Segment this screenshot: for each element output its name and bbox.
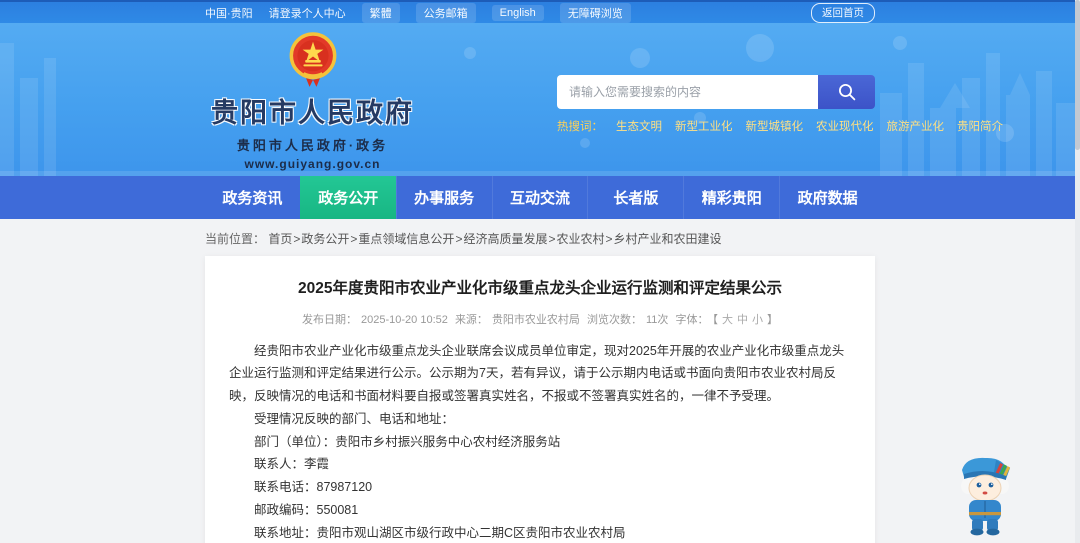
hot-search-link-guiyang-intro[interactable]: 贵阳简介	[957, 118, 1003, 134]
article-paragraph: 经贵阳市农业产业化市级重点龙头企业联席会议成员单位审定，现对2025年开展的农业…	[229, 343, 845, 404]
top-utility-bar: 中国·贵阳 请登录个人中心 繁體 公务邮箱 English 无障碍浏览 返回首页	[0, 0, 1080, 23]
article-card: 2025年度贵阳市农业产业化市级重点龙头企业运行监测和评定结果公示 发布日期： 2…	[205, 256, 875, 543]
hot-search-link-industrialization[interactable]: 新型工业化	[675, 118, 733, 134]
hot-search-link-ecology[interactable]: 生态文明	[616, 118, 662, 134]
source-label: 来源：	[454, 313, 488, 326]
topbar-link-official-mail[interactable]: 公务邮箱	[415, 2, 476, 23]
nav-item-wonderful-guiyang[interactable]: 精彩贵阳	[683, 176, 779, 219]
breadcrumb-item-economy[interactable]: 经济高质量发展	[463, 232, 547, 246]
search-area: 热搜词： 生态文明 新型工业化 新型城镇化 农业现代化 旅游产业化 贵阳简介	[557, 75, 1003, 134]
national-emblem-icon	[289, 31, 336, 87]
topbar-link-login-personal-center[interactable]: 请登录个人中心	[269, 5, 346, 21]
views-count: 11次	[646, 313, 669, 326]
publish-date: 2025-10-20 10:52	[361, 313, 448, 326]
nav-item-news[interactable]: 政务资讯	[205, 176, 300, 219]
nav-item-senior-version[interactable]: 长者版	[587, 176, 683, 219]
article-paragraph: 受理情况反映的部门、电话和地址：	[254, 411, 455, 426]
topbar-link-english[interactable]: English	[491, 4, 544, 21]
font-size-medium-button[interactable]: 中	[737, 314, 748, 326]
topbar-link-traditional-chinese[interactable]: 繁體	[361, 2, 400, 23]
breadcrumb-item-key-areas[interactable]: 重点领域信息公开	[358, 232, 454, 246]
breadcrumb-separator: >	[548, 232, 556, 246]
hot-search-link-agriculture[interactable]: 农业现代化	[816, 118, 874, 134]
article-paragraph-department: 部门（单位）：贵阳市乡村振兴服务中心农村经济服务站	[254, 434, 561, 449]
scrollbar-thumb[interactable]	[1075, 0, 1080, 150]
topbar-link-china-guiyang[interactable]: 中国·贵阳	[205, 5, 253, 21]
site-title: 贵阳市人民政府	[211, 97, 414, 128]
topbar-link-accessibility[interactable]: 无障碍浏览	[559, 2, 631, 23]
breadcrumb-item-rural-industry[interactable]: 乡村产业和农田建设	[614, 232, 722, 246]
font-size-small-button[interactable]: 小	[752, 314, 763, 326]
breadcrumb-item-agriculture[interactable]: 农业农村	[556, 232, 604, 246]
search-icon	[838, 84, 855, 101]
nav-item-gov-data[interactable]: 政府数据	[779, 176, 875, 219]
main-navigation: 政务资讯 政务公开 办事服务 互动交流 长者版 精彩贵阳 政府数据	[0, 176, 1080, 219]
article-body: 经贵阳市农业产业化市级重点龙头企业联席会议成员单位审定，现对2025年开展的农业…	[229, 340, 851, 543]
views-label: 浏览次数：	[587, 313, 642, 326]
article-paragraph-address: 联系地址：贵阳市观山湖区市级行政中心二期C区贵阳市农业农村局	[254, 525, 626, 540]
hot-search-link-tourism[interactable]: 旅游产业化	[887, 118, 945, 134]
return-home-button[interactable]: 返回首页	[811, 2, 875, 23]
nav-item-gov-disclosure[interactable]: 政务公开	[299, 176, 396, 219]
article-title: 2025年度贵阳市农业产业化市级重点龙头企业运行监测和评定结果公示	[298, 280, 782, 297]
font-size-bracket: 【	[712, 313, 718, 326]
article-paragraph-postcode: 邮政编码：550081	[254, 502, 359, 517]
guiyang-mascot-icon	[961, 457, 1011, 536]
search-button[interactable]	[818, 75, 875, 109]
breadcrumb: 当前位置： 首页>政务公开>重点领域信息公开>经济高质量发展>农业农村>乡村产业…	[205, 219, 875, 256]
site-header: 贵阳市人民政府 贵阳市人民政府·政务 www.guiyang.gov.cn 热搜…	[0, 23, 1080, 176]
mascot-assistant[interactable]	[956, 452, 1016, 536]
breadcrumb-separator: >	[605, 232, 613, 246]
breadcrumb-separator: >	[293, 232, 301, 246]
article-paragraph-contact-person: 联系人：李霞	[254, 457, 330, 472]
source: 贵阳市农业农村局	[491, 313, 580, 326]
breadcrumb-separator: >	[350, 232, 358, 246]
hot-search-row: 热搜词： 生态文明 新型工业化 新型城镇化 农业现代化 旅游产业化 贵阳简介	[557, 118, 1003, 134]
font-size-bracket: 】	[766, 313, 778, 326]
breadcrumb-separator: >	[455, 232, 463, 246]
hot-search-label: 热搜词：	[557, 121, 603, 133]
font-size-large-button[interactable]: 大	[722, 314, 733, 326]
site-url: www.guiyang.gov.cn	[244, 156, 381, 171]
hot-search-link-urbanization[interactable]: 新型城镇化	[746, 118, 804, 134]
site-logo[interactable]: 贵阳市人民政府 贵阳市人民政府·政务 www.guiyang.gov.cn	[205, 31, 420, 171]
breadcrumb-item-home[interactable]: 首页	[268, 232, 292, 246]
breadcrumb-label: 当前位置：	[205, 232, 266, 246]
nav-item-services[interactable]: 办事服务	[395, 176, 492, 219]
font-size-label: 字体：	[675, 313, 709, 326]
article-meta: 发布日期： 2025-10-20 10:52 来源： 贵阳市农业农村局 浏览次数： 1…	[229, 311, 851, 327]
article-paragraph-phone: 联系电话：87987120	[254, 480, 373, 495]
publish-date-label: 发布日期：	[302, 313, 358, 326]
scrollbar-track[interactable]	[1075, 0, 1080, 543]
nav-item-interaction[interactable]: 互动交流	[491, 176, 588, 219]
breadcrumb-item-disclosure[interactable]: 政务公开	[301, 232, 349, 246]
search-input[interactable]	[557, 75, 818, 109]
site-subtitle: 贵阳市人民政府·政务	[236, 137, 389, 153]
